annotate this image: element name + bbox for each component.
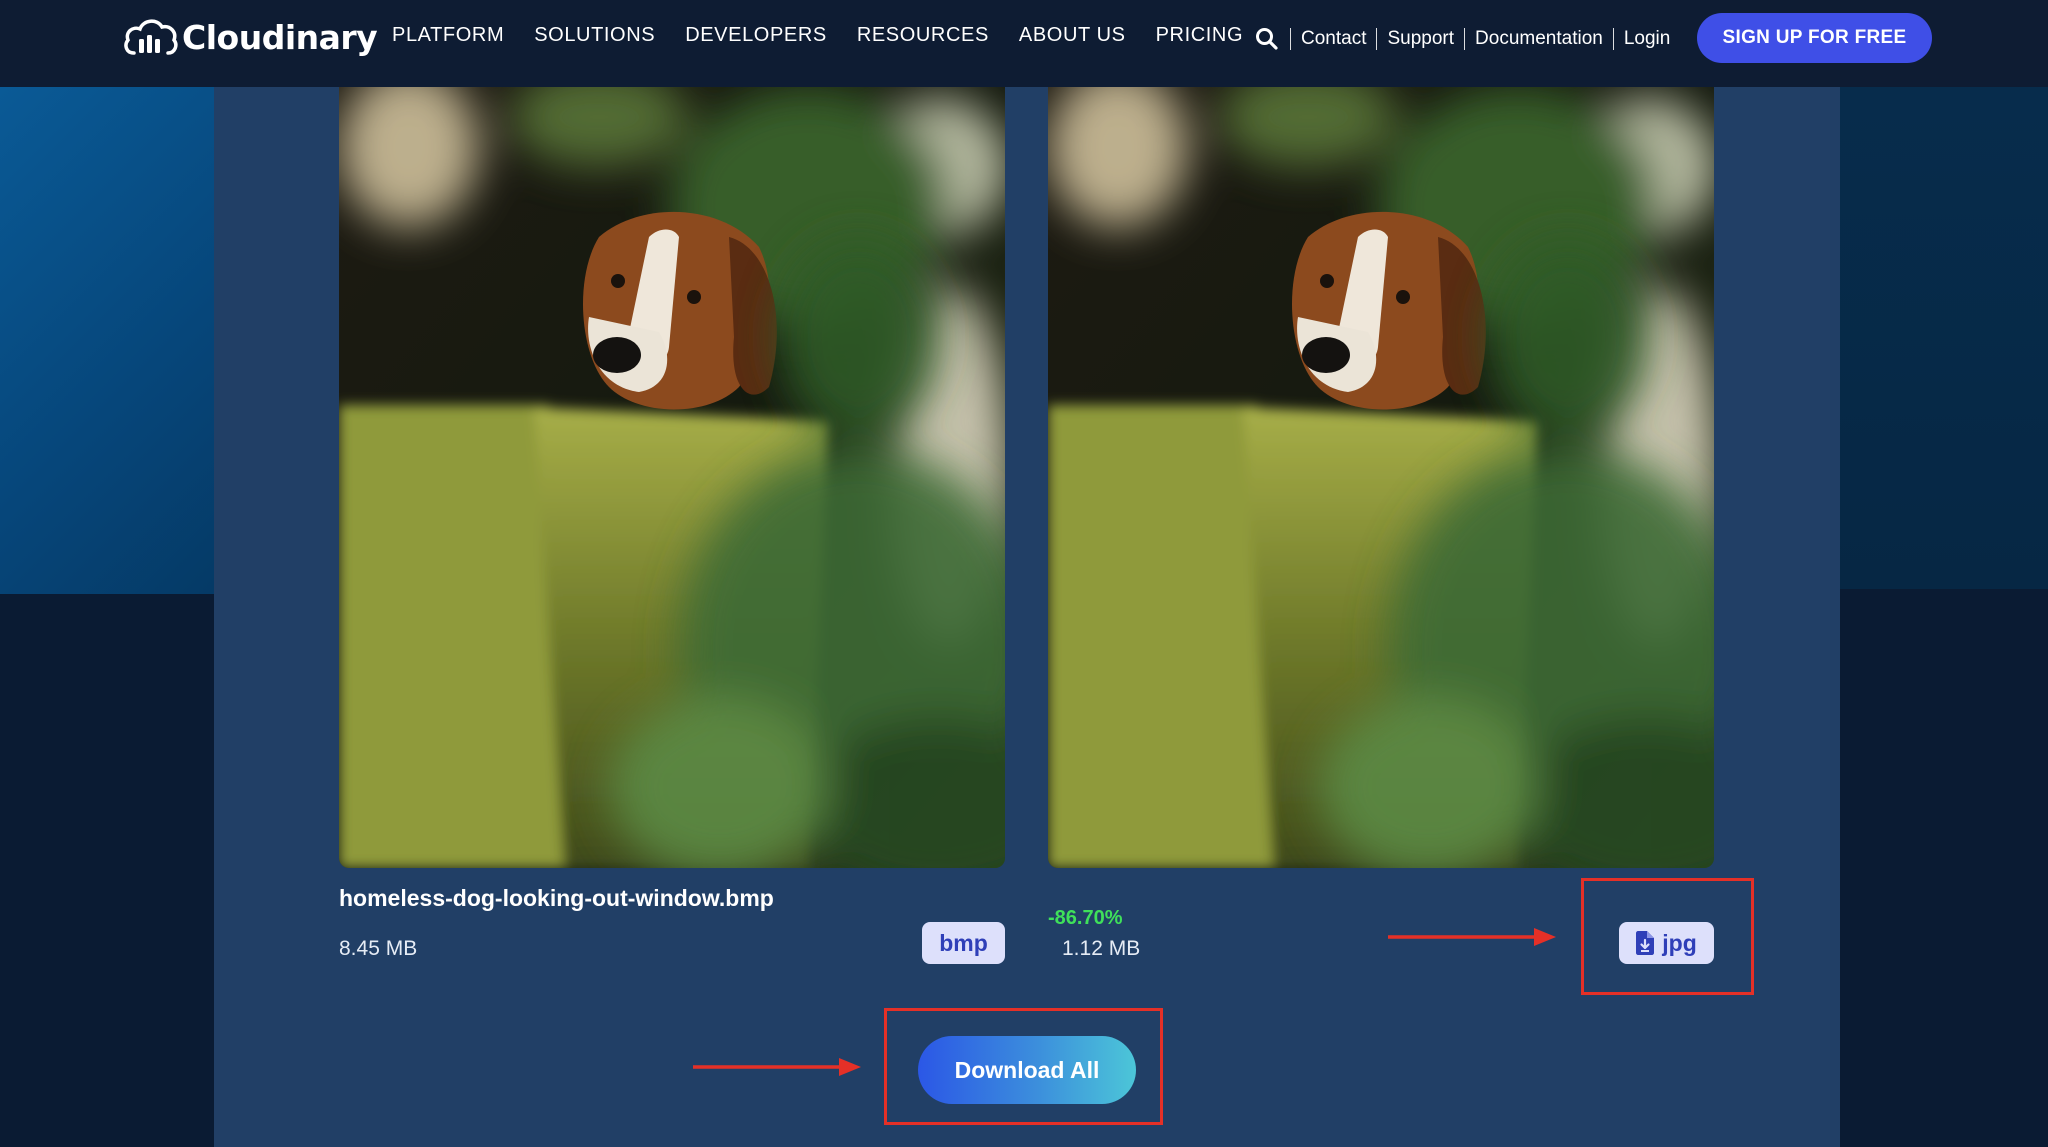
background-right-top — [1840, 87, 2048, 589]
nav-pricing[interactable]: PRICING — [1156, 24, 1244, 47]
top-navbar: Cloudinary PLATFORM SOLUTIONS DEVELOPERS… — [0, 0, 2048, 87]
dog-photo-image — [339, 87, 1005, 868]
divider — [1612, 28, 1614, 50]
divider — [1290, 28, 1291, 50]
nav-developers[interactable]: DEVELOPERS — [685, 24, 827, 47]
annotation-arrow-icon — [693, 1058, 861, 1076]
documentation-link[interactable]: Documentation — [1475, 28, 1603, 50]
original-image-preview — [339, 87, 1005, 868]
utility-links: Contact Support Documentation Login — [1254, 26, 1680, 52]
nav-platform[interactable]: PLATFORM — [392, 24, 504, 47]
converted-file-size: 1.12 MB — [1062, 937, 1141, 960]
cloud-logo-icon — [124, 19, 178, 55]
original-filename: homeless-dog-looking-out-window.bmp — [339, 885, 774, 911]
highlight-box-download — [884, 1008, 1163, 1125]
main-menu: PLATFORM SOLUTIONS DEVELOPERS RESOURCES … — [392, 24, 1273, 47]
original-format-badge: bmp — [922, 922, 1005, 964]
logo-text: Cloudinary — [182, 17, 378, 57]
dog-photo-image — [1048, 87, 1714, 868]
annotation-arrow-icon — [1388, 928, 1556, 946]
contact-link[interactable]: Contact — [1301, 28, 1366, 50]
original-file-size: 8.45 MB — [339, 937, 418, 960]
background-right-bottom — [1840, 589, 2048, 1147]
nav-solutions[interactable]: SOLUTIONS — [534, 24, 655, 47]
cloudinary-logo[interactable]: Cloudinary — [122, 14, 378, 60]
highlight-box-jpg — [1581, 878, 1754, 995]
search-icon[interactable] — [1254, 26, 1280, 52]
size-reduction: -86.70% — [1048, 907, 1123, 929]
background-left-top — [0, 87, 214, 594]
login-link[interactable]: Login — [1624, 28, 1671, 50]
divider — [1376, 28, 1378, 50]
support-link[interactable]: Support — [1387, 28, 1454, 50]
divider — [1464, 28, 1466, 50]
nav-resources[interactable]: RESOURCES — [857, 24, 989, 47]
original-format-label: bmp — [939, 929, 988, 956]
converted-image-preview — [1048, 87, 1714, 868]
nav-about-us[interactable]: ABOUT US — [1019, 24, 1126, 47]
signup-button[interactable]: SIGN UP FOR FREE — [1697, 13, 1932, 63]
background-left-bottom — [0, 594, 214, 1147]
